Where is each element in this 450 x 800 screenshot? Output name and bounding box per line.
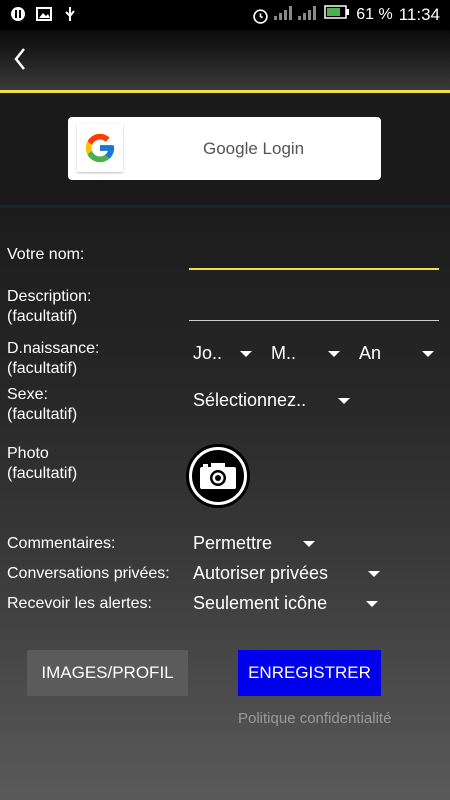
sex-label: Sexe: [7,386,48,403]
battery-percent: 61 % [356,5,393,23]
alerts-value: Seulement icône [193,593,328,613]
comments-value: Permettre [193,533,273,553]
clock-time: 11:34 [398,4,440,24]
chevron-down-icon [366,601,378,607]
images-profile-button[interactable]: IMAGES/PROFIL [27,650,188,696]
birth-year-value: An [359,343,382,363]
signal-icon [274,4,318,25]
birth-month-value: M.. [271,343,296,363]
description-label: Description: [7,288,92,305]
description-label-group: Description: (facultatif) [7,287,91,327]
status-bar: 61 % 11:34 [0,0,450,30]
google-login-button[interactable]: Google Login [68,117,381,180]
back-chevron-icon[interactable] [10,44,30,74]
birth-optional: (facultatif) [7,360,78,377]
app-icon [10,6,26,22]
comments-label: Commentaires: [7,535,116,552]
description-input[interactable] [189,320,439,321]
name-label: Votre nom: [7,246,85,263]
chevron-down-icon [328,351,340,357]
photo-label: Photo [7,445,49,462]
photo-label-group: Photo (facultatif) [7,444,77,484]
chevron-down-icon [422,351,434,357]
toolbar [0,30,450,90]
google-logo-icon [77,124,123,172]
name-input[interactable] [189,268,439,270]
chevron-down-icon [338,398,350,404]
photo-button[interactable] [186,444,250,508]
alerts-label: Recevoir les alertes: [7,595,152,612]
sex-label-group: Sexe: (facultatif) [7,385,77,425]
sex-value: Sélectionnez.. [193,390,307,410]
section-divider [0,205,450,208]
google-login-label: Google Login [203,139,305,158]
battery-icon [324,5,350,24]
alarm-icon [252,7,268,24]
camera-icon [192,450,244,502]
birth-label: D.naissance: [7,340,100,357]
chevron-down-icon [240,351,252,357]
chevron-down-icon [303,541,315,547]
save-button[interactable]: ENREGISTRER [238,650,381,696]
birth-label-group: D.naissance: (facultatif) [7,339,100,379]
private-value: Autoriser privées [193,563,329,583]
privacy-policy-link[interactable]: Politique confidentialité [238,710,391,727]
gallery-icon [36,6,52,22]
usb-icon [62,6,78,22]
description-optional: (facultatif) [7,308,78,325]
birth-day-value: Jo.. [193,343,223,363]
sex-optional: (facultatif) [7,406,78,423]
private-label: Conversations privées: [7,565,170,582]
photo-optional: (facultatif) [7,465,78,482]
chevron-down-icon [368,571,380,577]
